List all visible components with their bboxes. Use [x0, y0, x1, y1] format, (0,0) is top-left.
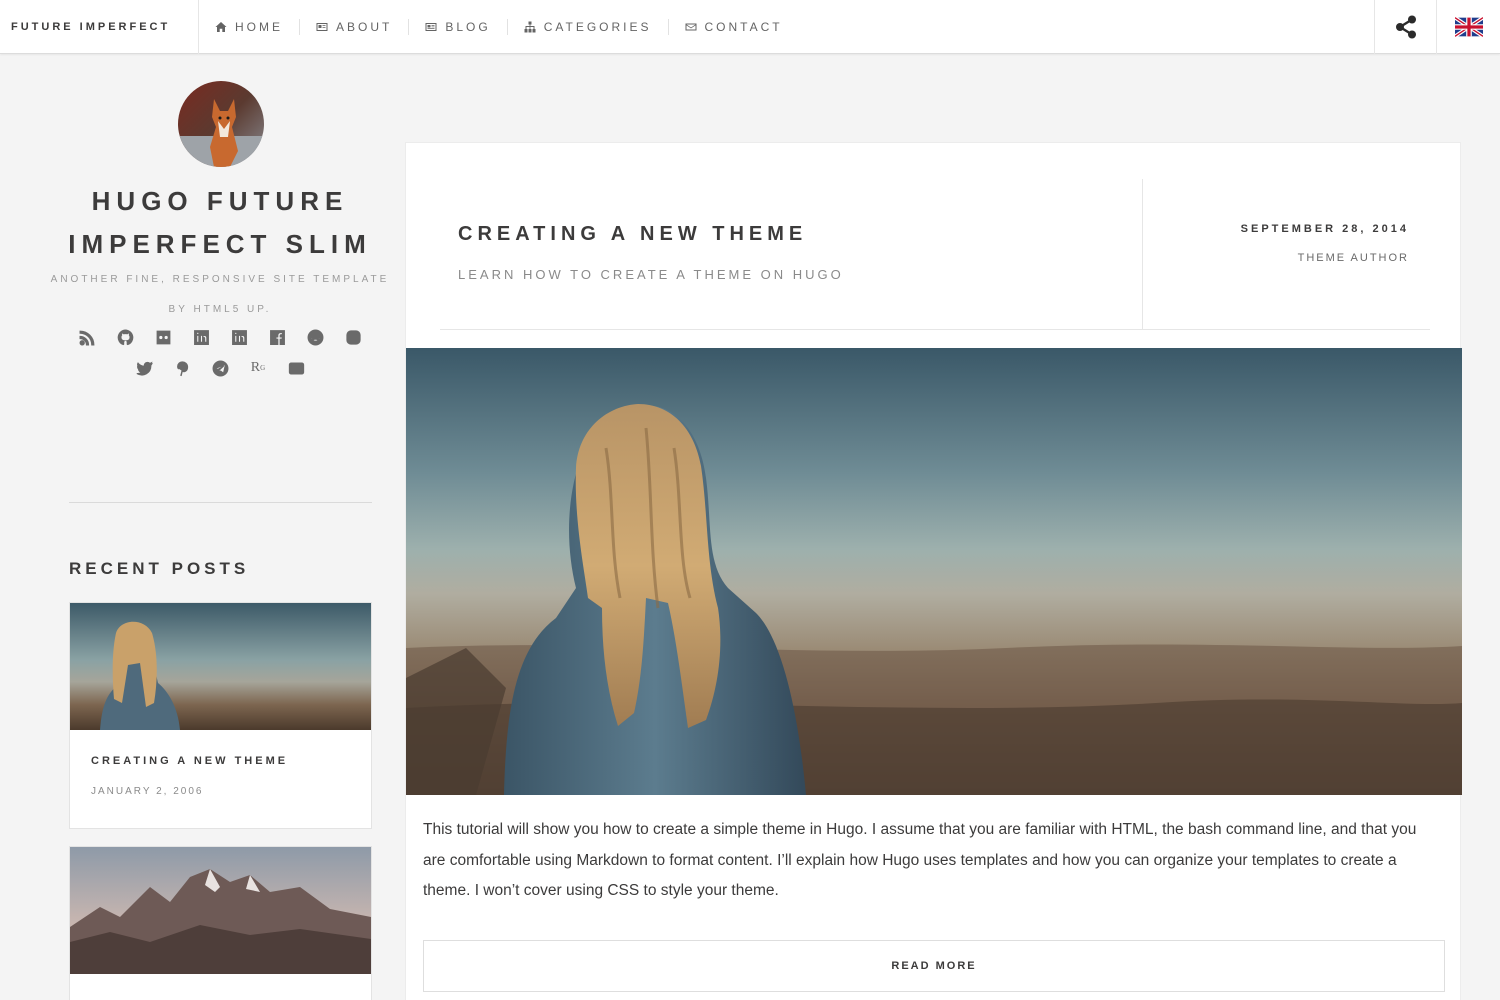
post-meta-divider	[1142, 179, 1143, 329]
recent-post-card[interactable]	[69, 846, 372, 1000]
twitter-icon[interactable]	[134, 358, 154, 378]
telegram-icon[interactable]	[210, 358, 230, 378]
linkedin-icon[interactable]	[229, 327, 249, 347]
linkedin-icon[interactable]	[191, 327, 211, 347]
nav-blog-label: BLOG	[445, 20, 491, 34]
newspaper-icon	[425, 23, 437, 31]
rss-icon[interactable]	[77, 327, 97, 347]
researchgate-icon[interactable]: RG	[248, 358, 268, 378]
flickr-icon[interactable]	[153, 327, 173, 347]
nav-home[interactable]: HOME	[199, 19, 299, 35]
pinterest-icon[interactable]	[172, 358, 192, 378]
post-featured-image[interactable]	[406, 348, 1462, 795]
nav-categories-label: CATEGORIES	[543, 20, 652, 34]
facebook-icon[interactable]	[267, 327, 287, 347]
share-icon	[1395, 15, 1416, 39]
nav-about-label: ABOUT	[336, 20, 393, 34]
nav-contact[interactable]: CONTACT	[667, 19, 799, 35]
envelope-icon	[685, 23, 696, 31]
sitemap-icon	[524, 21, 536, 33]
post-author[interactable]: THEME AUTHOR	[1298, 252, 1409, 264]
share-button[interactable]	[1374, 0, 1437, 54]
site-tagline: ANOTHER FINE, RESPONSIVE SITE TEMPLATE B…	[50, 274, 390, 315]
post-title[interactable]: CREATING A NEW THEME	[458, 223, 807, 246]
reddit-icon[interactable]	[305, 327, 325, 347]
nav-about[interactable]: ABOUT	[299, 19, 408, 35]
recent-post-title[interactable]: CREATING A NEW THEME	[91, 755, 288, 767]
main-nav: HOME ABOUT BLOG CATEGORIES CONTACT	[199, 0, 799, 54]
github-icon[interactable]	[115, 327, 135, 347]
post-date: SEPTEMBER 28, 2014	[1240, 223, 1409, 235]
post-excerpt: This tutorial will show you how to creat…	[423, 821, 1417, 899]
social-links-row-2: RG	[70, 358, 370, 378]
read-more-button[interactable]: READ MORE	[423, 940, 1445, 992]
nav-categories[interactable]: CATEGORIES	[506, 19, 668, 35]
recent-post-image[interactable]	[70, 847, 371, 974]
researchgate-glyph-sup: G	[260, 364, 266, 372]
post-header-divider	[440, 329, 1430, 330]
post-subtitle: LEARN HOW TO CREATE A THEME ON HUGO	[458, 267, 844, 282]
fox-avatar-image	[178, 81, 264, 167]
nav-home-label: HOME	[235, 20, 283, 34]
site-title[interactable]: HUGO FUTURE IMPERFECT SLIM	[20, 180, 420, 266]
researchgate-glyph: R	[250, 360, 261, 375]
uk-flag-icon	[1454, 17, 1483, 37]
recent-posts-heading: RECENT POSTS	[69, 559, 250, 578]
home-icon	[215, 22, 227, 32]
top-navbar: FUTURE IMPERFECT HOME ABOUT BLOG CATEGOR…	[0, 0, 1500, 54]
nav-contact-label: CONTACT	[704, 20, 783, 34]
envelope-icon[interactable]	[286, 358, 306, 378]
social-links-row-1	[70, 327, 370, 347]
avatar[interactable]	[178, 81, 264, 167]
nav-blog[interactable]: BLOG	[408, 19, 506, 35]
recent-post-card[interactable]: CREATING A NEW THEME JANUARY 2, 2006	[69, 602, 372, 829]
post-article: CREATING A NEW THEME LEARN HOW TO CREATE…	[405, 142, 1462, 1000]
language-selector[interactable]	[1437, 0, 1500, 54]
instagram-icon[interactable]	[343, 327, 363, 347]
site-brand[interactable]: FUTURE IMPERFECT	[0, 0, 199, 54]
recent-post-image[interactable]	[70, 603, 371, 730]
sidebar-divider	[69, 502, 372, 503]
id-card-icon	[316, 23, 328, 31]
recent-post-date: JANUARY 2, 2006	[91, 786, 204, 797]
